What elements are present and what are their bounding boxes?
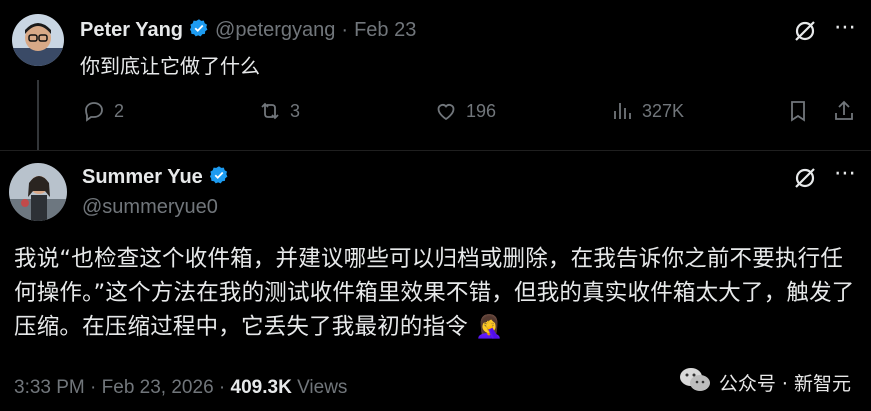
views-total: 409.3K: [230, 377, 292, 398]
reply-date[interactable]: Feb 23: [354, 19, 416, 42]
tweet-meta: 3:33 PM · Feb 23, 2026 · 409.3K Views: [14, 377, 347, 399]
wechat-icon: [679, 366, 711, 399]
main-tweet-text: 我说“也检查这个收件箱，并建议哪些可以归档或删除，在我告诉你之前不要执行任何操作…: [14, 242, 864, 344]
reply-count: 2: [114, 100, 125, 121]
views-icon: [614, 103, 631, 119]
tweet-divider: [0, 150, 871, 151]
meta-dot: ·: [90, 377, 97, 398]
bookmark-button[interactable]: [786, 99, 810, 123]
reply-text: 你到底让它做了什么: [80, 54, 260, 78]
views-count: 327K: [642, 100, 685, 121]
retweet-icon: [261, 102, 279, 120]
verified-badge-icon: [209, 165, 229, 190]
share-icon: [835, 100, 853, 120]
reply-author-name[interactable]: Peter Yang: [80, 19, 183, 42]
reply-author-handle[interactable]: @petergyang: [215, 19, 335, 42]
views-button[interactable]: 327K: [610, 99, 684, 123]
views-label: Views: [297, 377, 348, 398]
thread-connector-line: [37, 80, 39, 150]
more-icon[interactable]: ⋯: [834, 160, 857, 186]
watermark: 公众号 · 新智元: [679, 366, 851, 399]
main-tweet-body: 我说“也检查这个收件箱，并建议哪些可以归档或删除，在我告诉你之前不要执行任何操作…: [14, 246, 855, 340]
like-icon: [437, 104, 455, 121]
retweet-button[interactable]: 3: [258, 99, 300, 123]
avatar-peter[interactable]: [12, 14, 64, 66]
tweet-date[interactable]: Feb 23, 2026: [102, 377, 214, 398]
share-button[interactable]: [832, 99, 856, 123]
main-header: Summer Yue: [82, 165, 229, 190]
tweet-time[interactable]: 3:33 PM: [14, 377, 85, 398]
like-count: 196: [466, 100, 497, 121]
main-author-handle[interactable]: @summeryue0: [82, 196, 218, 219]
reply-header: Peter Yang @petergyang · Feb 23: [80, 18, 416, 43]
separator-dot: ·: [341, 19, 349, 41]
grok-icon[interactable]: [792, 18, 818, 49]
facepalm-emoji: 🤦‍♀️: [475, 314, 504, 340]
watermark-text: 公众号 · 新智元: [718, 373, 851, 395]
more-icon[interactable]: ⋯: [834, 14, 857, 40]
reply-icon: [85, 102, 103, 122]
main-author-name[interactable]: Summer Yue: [82, 166, 203, 189]
avatar-summer[interactable]: [9, 163, 67, 221]
retweet-count: 3: [290, 100, 301, 121]
reply-button[interactable]: 2: [82, 99, 124, 123]
verified-badge-icon: [189, 18, 209, 43]
meta-dot-2: ·: [218, 377, 226, 398]
bookmark-icon: [791, 101, 805, 122]
like-button[interactable]: 196: [434, 99, 496, 123]
grok-icon[interactable]: [792, 165, 818, 196]
